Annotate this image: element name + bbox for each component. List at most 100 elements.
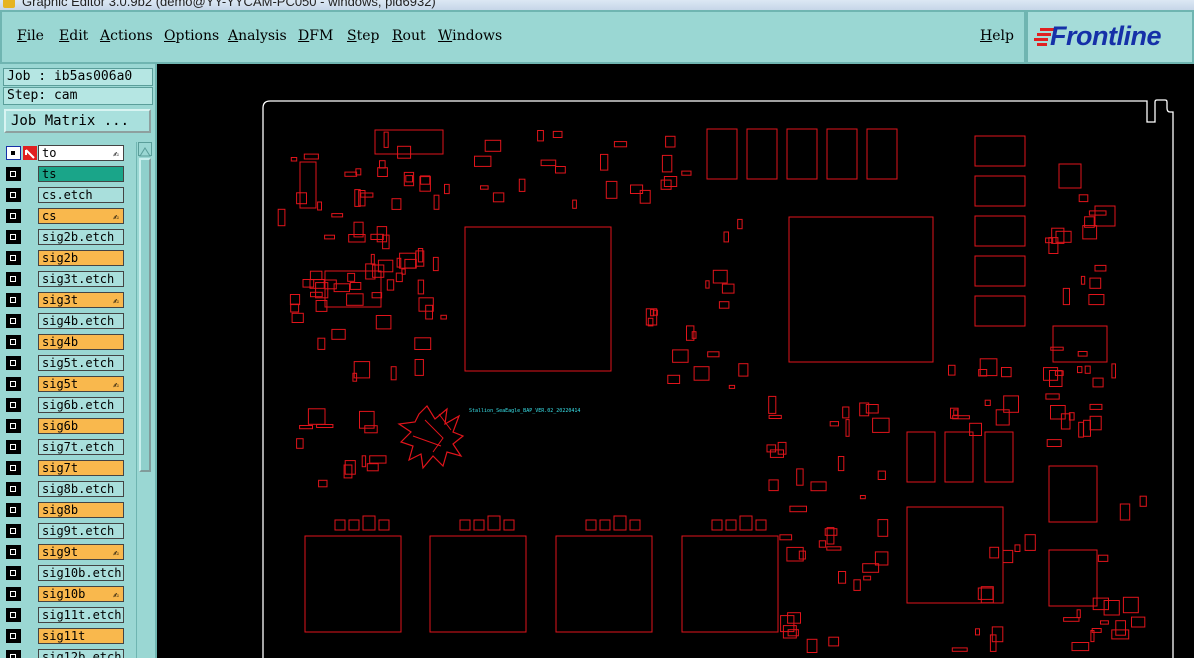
layer-row[interactable]: sig6b <box>4 417 128 435</box>
pcb-shape <box>324 234 336 240</box>
layer-checkbox[interactable] <box>6 482 21 496</box>
layer-name[interactable]: sig3t ✍ <box>38 292 124 308</box>
layer-name[interactable]: sig2b <box>38 250 124 266</box>
layer-row[interactable]: sig2b.etch <box>4 228 128 246</box>
layer-row[interactable]: sig7t.etch <box>4 438 128 456</box>
layer-name[interactable]: sig9t ✍ <box>38 544 124 560</box>
layer-checkbox[interactable] <box>6 209 21 223</box>
layer-row[interactable]: sig12b.etch <box>4 648 128 658</box>
layer-checkbox[interactable] <box>6 545 21 559</box>
layer-name-text: cs <box>42 209 57 223</box>
layer-checkbox[interactable] <box>6 650 21 658</box>
layer-row[interactable]: sig4b <box>4 333 128 351</box>
layer-row[interactable]: sig3t.etch <box>4 270 128 288</box>
layer-checkbox[interactable] <box>6 524 21 538</box>
layer-row[interactable]: sig8b.etch <box>4 480 128 498</box>
menu-actions[interactable]: Actions <box>100 28 153 44</box>
layer-name[interactable]: to ✍ <box>38 145 124 161</box>
layer-row[interactable]: sig5t ✍ <box>4 375 128 393</box>
layer-row[interactable]: sig8b <box>4 501 128 519</box>
layer-checkbox[interactable] <box>6 230 21 244</box>
layer-name[interactable]: ts <box>38 166 124 182</box>
layer-row[interactable]: sig11t.etch <box>4 606 128 624</box>
layer-name[interactable]: sig9t.etch <box>38 523 124 539</box>
layer-checkbox[interactable] <box>6 503 21 517</box>
pcb-shape <box>1089 403 1103 410</box>
layer-name[interactable]: sig4b <box>38 334 124 350</box>
layer-row[interactable]: sig2b <box>4 249 128 267</box>
menu-rout[interactable]: Rout <box>392 28 426 44</box>
menu-windows[interactable]: Windows <box>438 28 502 44</box>
layer-checkbox[interactable] <box>6 188 21 202</box>
layer-checkbox[interactable] <box>6 398 21 412</box>
layer-row[interactable]: sig11t <box>4 627 128 645</box>
layer-name[interactable]: sig4b.etch <box>38 313 124 329</box>
layer-row[interactable]: ts <box>4 165 128 183</box>
layer-checkbox[interactable] <box>6 272 21 286</box>
layer-name[interactable]: sig7t <box>38 460 124 476</box>
layer-name[interactable]: sig10b ✍ <box>38 586 124 602</box>
layer-row[interactable]: to ✍ <box>4 144 128 162</box>
layer-name[interactable]: cs ✍ <box>38 208 124 224</box>
layer-name[interactable]: sig5t ✍ <box>38 376 124 392</box>
scroll-up-arrow-icon[interactable] <box>138 142 152 157</box>
layer-name[interactable]: sig8b.etch <box>38 481 124 497</box>
layer-checkbox[interactable] <box>6 356 21 370</box>
layer-checkbox[interactable] <box>6 629 21 643</box>
scroll-thumb[interactable] <box>139 158 151 472</box>
layer-checkbox[interactable] <box>6 293 21 307</box>
layer-checkbox[interactable] <box>6 167 21 181</box>
layer-row[interactable]: sig9t ✍ <box>4 543 128 561</box>
layer-name[interactable]: sig2b.etch <box>38 229 124 245</box>
layer-checkbox[interactable] <box>6 566 21 580</box>
graphic-canvas[interactable]: Stallion_SeaEagle_BAP_VER.02_20220414 <box>157 64 1194 658</box>
work-layer-icon[interactable] <box>23 146 37 160</box>
layer-name[interactable]: sig6b.etch <box>38 397 124 413</box>
layer-checkbox[interactable] <box>6 335 21 349</box>
layer-row[interactable]: sig9t.etch <box>4 522 128 540</box>
pcb-shape <box>404 258 417 269</box>
menu-file[interactable]: File <box>17 28 44 44</box>
layer-checkbox[interactable] <box>6 251 21 265</box>
layer-checkbox[interactable] <box>6 587 21 601</box>
menu-help[interactable]: Help <box>980 28 1014 44</box>
pcb-shape <box>459 519 471 531</box>
layer-name[interactable]: sig7t.etch <box>38 439 124 455</box>
layer-name[interactable]: sig3t.etch <box>38 271 124 287</box>
menu-analysis[interactable]: Analysis <box>228 28 287 44</box>
menu-options[interactable]: Options <box>164 28 219 44</box>
layer-row[interactable]: sig7t <box>4 459 128 477</box>
layer-row[interactable]: sig5t.etch <box>4 354 128 372</box>
pcb-shape <box>1078 421 1084 438</box>
layer-row[interactable]: sig10b.etch <box>4 564 128 582</box>
layer-name[interactable]: sig12b.etch <box>38 649 124 658</box>
menu-dfm[interactable]: DFM <box>298 28 333 44</box>
layer-row[interactable]: cs ✍ <box>4 207 128 225</box>
layer-row[interactable]: sig10b ✍ <box>4 585 128 603</box>
layer-checkbox[interactable] <box>6 146 21 160</box>
layer-name[interactable]: cs.etch <box>38 187 124 203</box>
layer-name[interactable]: sig10b.etch <box>38 565 124 581</box>
layer-checkbox[interactable] <box>6 419 21 433</box>
layer-row[interactable]: sig4b.etch <box>4 312 128 330</box>
layer-name-text: sig6b.etch <box>42 398 115 412</box>
layer-row[interactable]: cs.etch <box>4 186 128 204</box>
pcb-shape <box>383 131 389 148</box>
layer-checkbox[interactable] <box>6 377 21 391</box>
layer-name[interactable]: sig11t <box>38 628 124 644</box>
layer-name[interactable]: sig6b <box>38 418 124 434</box>
layer-row[interactable]: sig6b.etch <box>4 396 128 414</box>
layer-name[interactable]: sig8b <box>38 502 124 518</box>
layer-row[interactable]: sig3t ✍ <box>4 291 128 309</box>
menu-step[interactable]: Step <box>347 28 379 44</box>
layer-checkbox[interactable] <box>6 608 21 622</box>
menu-edit[interactable]: Edit <box>59 28 88 44</box>
layer-checkbox[interactable] <box>6 314 21 328</box>
layer-name[interactable]: sig5t.etch <box>38 355 124 371</box>
job-matrix-button[interactable]: Job Matrix ... <box>4 109 151 133</box>
layer-name[interactable]: sig11t.etch <box>38 607 124 623</box>
layer-checkbox[interactable] <box>6 440 21 454</box>
pcb-shape <box>787 629 799 637</box>
layer-list-scrollbar[interactable] <box>136 142 153 658</box>
layer-checkbox[interactable] <box>6 461 21 475</box>
